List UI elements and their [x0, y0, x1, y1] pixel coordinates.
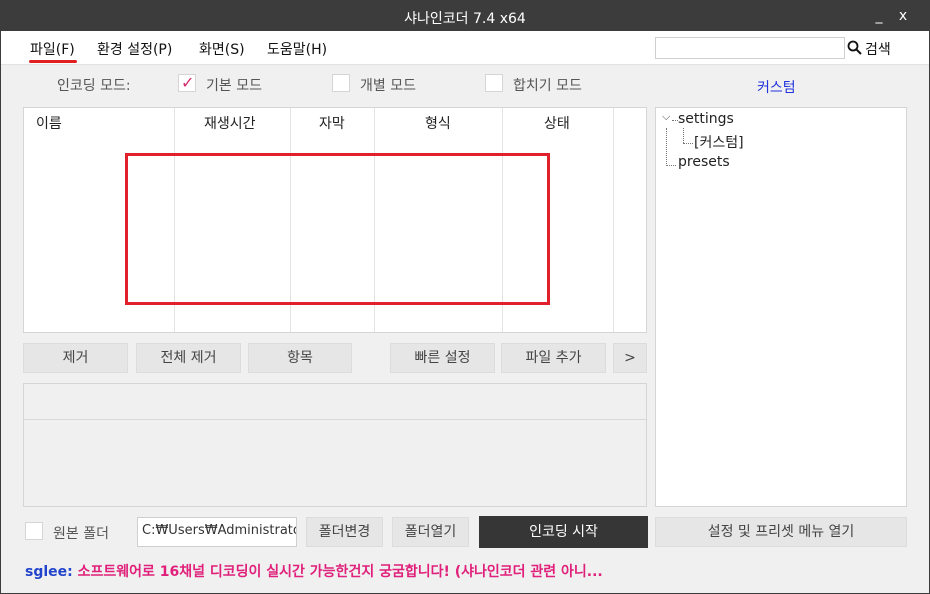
column-header-duration[interactable]: 재생시간 [204, 113, 256, 133]
column-divider [613, 108, 614, 332]
active-menu-underline [29, 60, 77, 63]
add-file-button[interactable]: 파일 추가 [501, 343, 606, 373]
chevron-down-icon[interactable]: ⌵ [662, 110, 670, 124]
status-message: 소프트웨어로 16채널 디코딩이 실시간 가능한건지 궁굼합니다! (샤나인코더… [72, 564, 603, 580]
remove-button[interactable]: 제거 [23, 343, 128, 373]
tree-node-presets[interactable]: presets [678, 154, 730, 170]
search-button[interactable]: 검색 [847, 38, 891, 60]
menu-view[interactable]: 화면(S) [199, 39, 245, 59]
open-settings-menu-button[interactable]: 설정 및 프리셋 메뉴 열기 [655, 517, 907, 547]
tree-connector [666, 128, 667, 166]
menu-file[interactable]: 파일(F) [30, 39, 75, 59]
log-panel [23, 383, 647, 507]
open-folder-button[interactable]: 폴더열기 [392, 517, 469, 547]
close-button[interactable]: x [891, 6, 915, 26]
minimize-button[interactable]: _ [867, 6, 891, 26]
highlight-box [125, 153, 550, 305]
quick-settings-button[interactable]: 빠른 설정 [390, 343, 495, 373]
source-folder-label[interactable]: 원본 폴더 [53, 523, 109, 543]
column-header-name[interactable]: 이름 [36, 113, 62, 133]
status-ticker[interactable]: sglee: 소프트웨어로 16채널 디코딩이 실시간 가능한건지 궁굼합니다!… [25, 561, 603, 581]
preset-tree[interactable]: ⌵ settings [커스텀] presets [655, 107, 907, 507]
individual-mode-label[interactable]: 개별 모드 [360, 75, 416, 95]
start-encoding-button[interactable]: 인코딩 시작 [479, 516, 648, 548]
source-folder-checkbox[interactable] [25, 522, 43, 540]
basic-mode-label[interactable]: 기본 모드 [206, 75, 262, 95]
items-button[interactable]: 항목 [248, 343, 352, 373]
log-divider [24, 419, 646, 420]
column-header-format[interactable]: 형식 [425, 113, 451, 133]
change-folder-button[interactable]: 폴더변경 [306, 517, 383, 547]
custom-link[interactable]: 커스텀 [757, 77, 796, 97]
tree-connector [683, 143, 693, 144]
tree-node-custom[interactable]: [커스텀] [694, 132, 744, 152]
basic-mode-checkbox[interactable] [178, 73, 196, 92]
merge-mode-label[interactable]: 합치기 모드 [513, 75, 582, 95]
tree-connector [666, 165, 676, 166]
title-bar[interactable]: 샤나인코더 7.4 x64 _ x [1, 1, 929, 31]
remove-all-button[interactable]: 전체 제거 [136, 343, 241, 373]
column-header-subtitle[interactable]: 자막 [319, 113, 345, 133]
menu-preferences[interactable]: 환경 설정(P) [97, 39, 172, 59]
encoding-mode-label: 인코딩 모드: [57, 78, 131, 94]
search-label: 검색 [865, 42, 891, 58]
search-icon [847, 40, 862, 59]
more-button[interactable]: > [613, 343, 647, 373]
column-header-status[interactable]: 상태 [544, 113, 570, 133]
merge-mode-checkbox[interactable] [485, 74, 503, 92]
app-window: 샤나인코더 7.4 x64 _ x 파일(F) 환경 설정(P) 화면(S) 도… [0, 0, 930, 594]
individual-mode-checkbox[interactable] [332, 74, 350, 92]
search-input[interactable] [655, 37, 845, 59]
status-user: sglee: [25, 564, 73, 580]
window-title: 샤나인코더 7.4 x64 [404, 11, 526, 27]
tree-node-settings[interactable]: settings [678, 111, 734, 127]
file-list-table[interactable]: 이름 재생시간 자막 형식 상태 [23, 107, 647, 333]
output-path-field[interactable]: C:₩Users₩Administrato [137, 517, 297, 547]
tree-connector [683, 128, 684, 143]
menu-help[interactable]: 도움말(H) [267, 39, 327, 59]
